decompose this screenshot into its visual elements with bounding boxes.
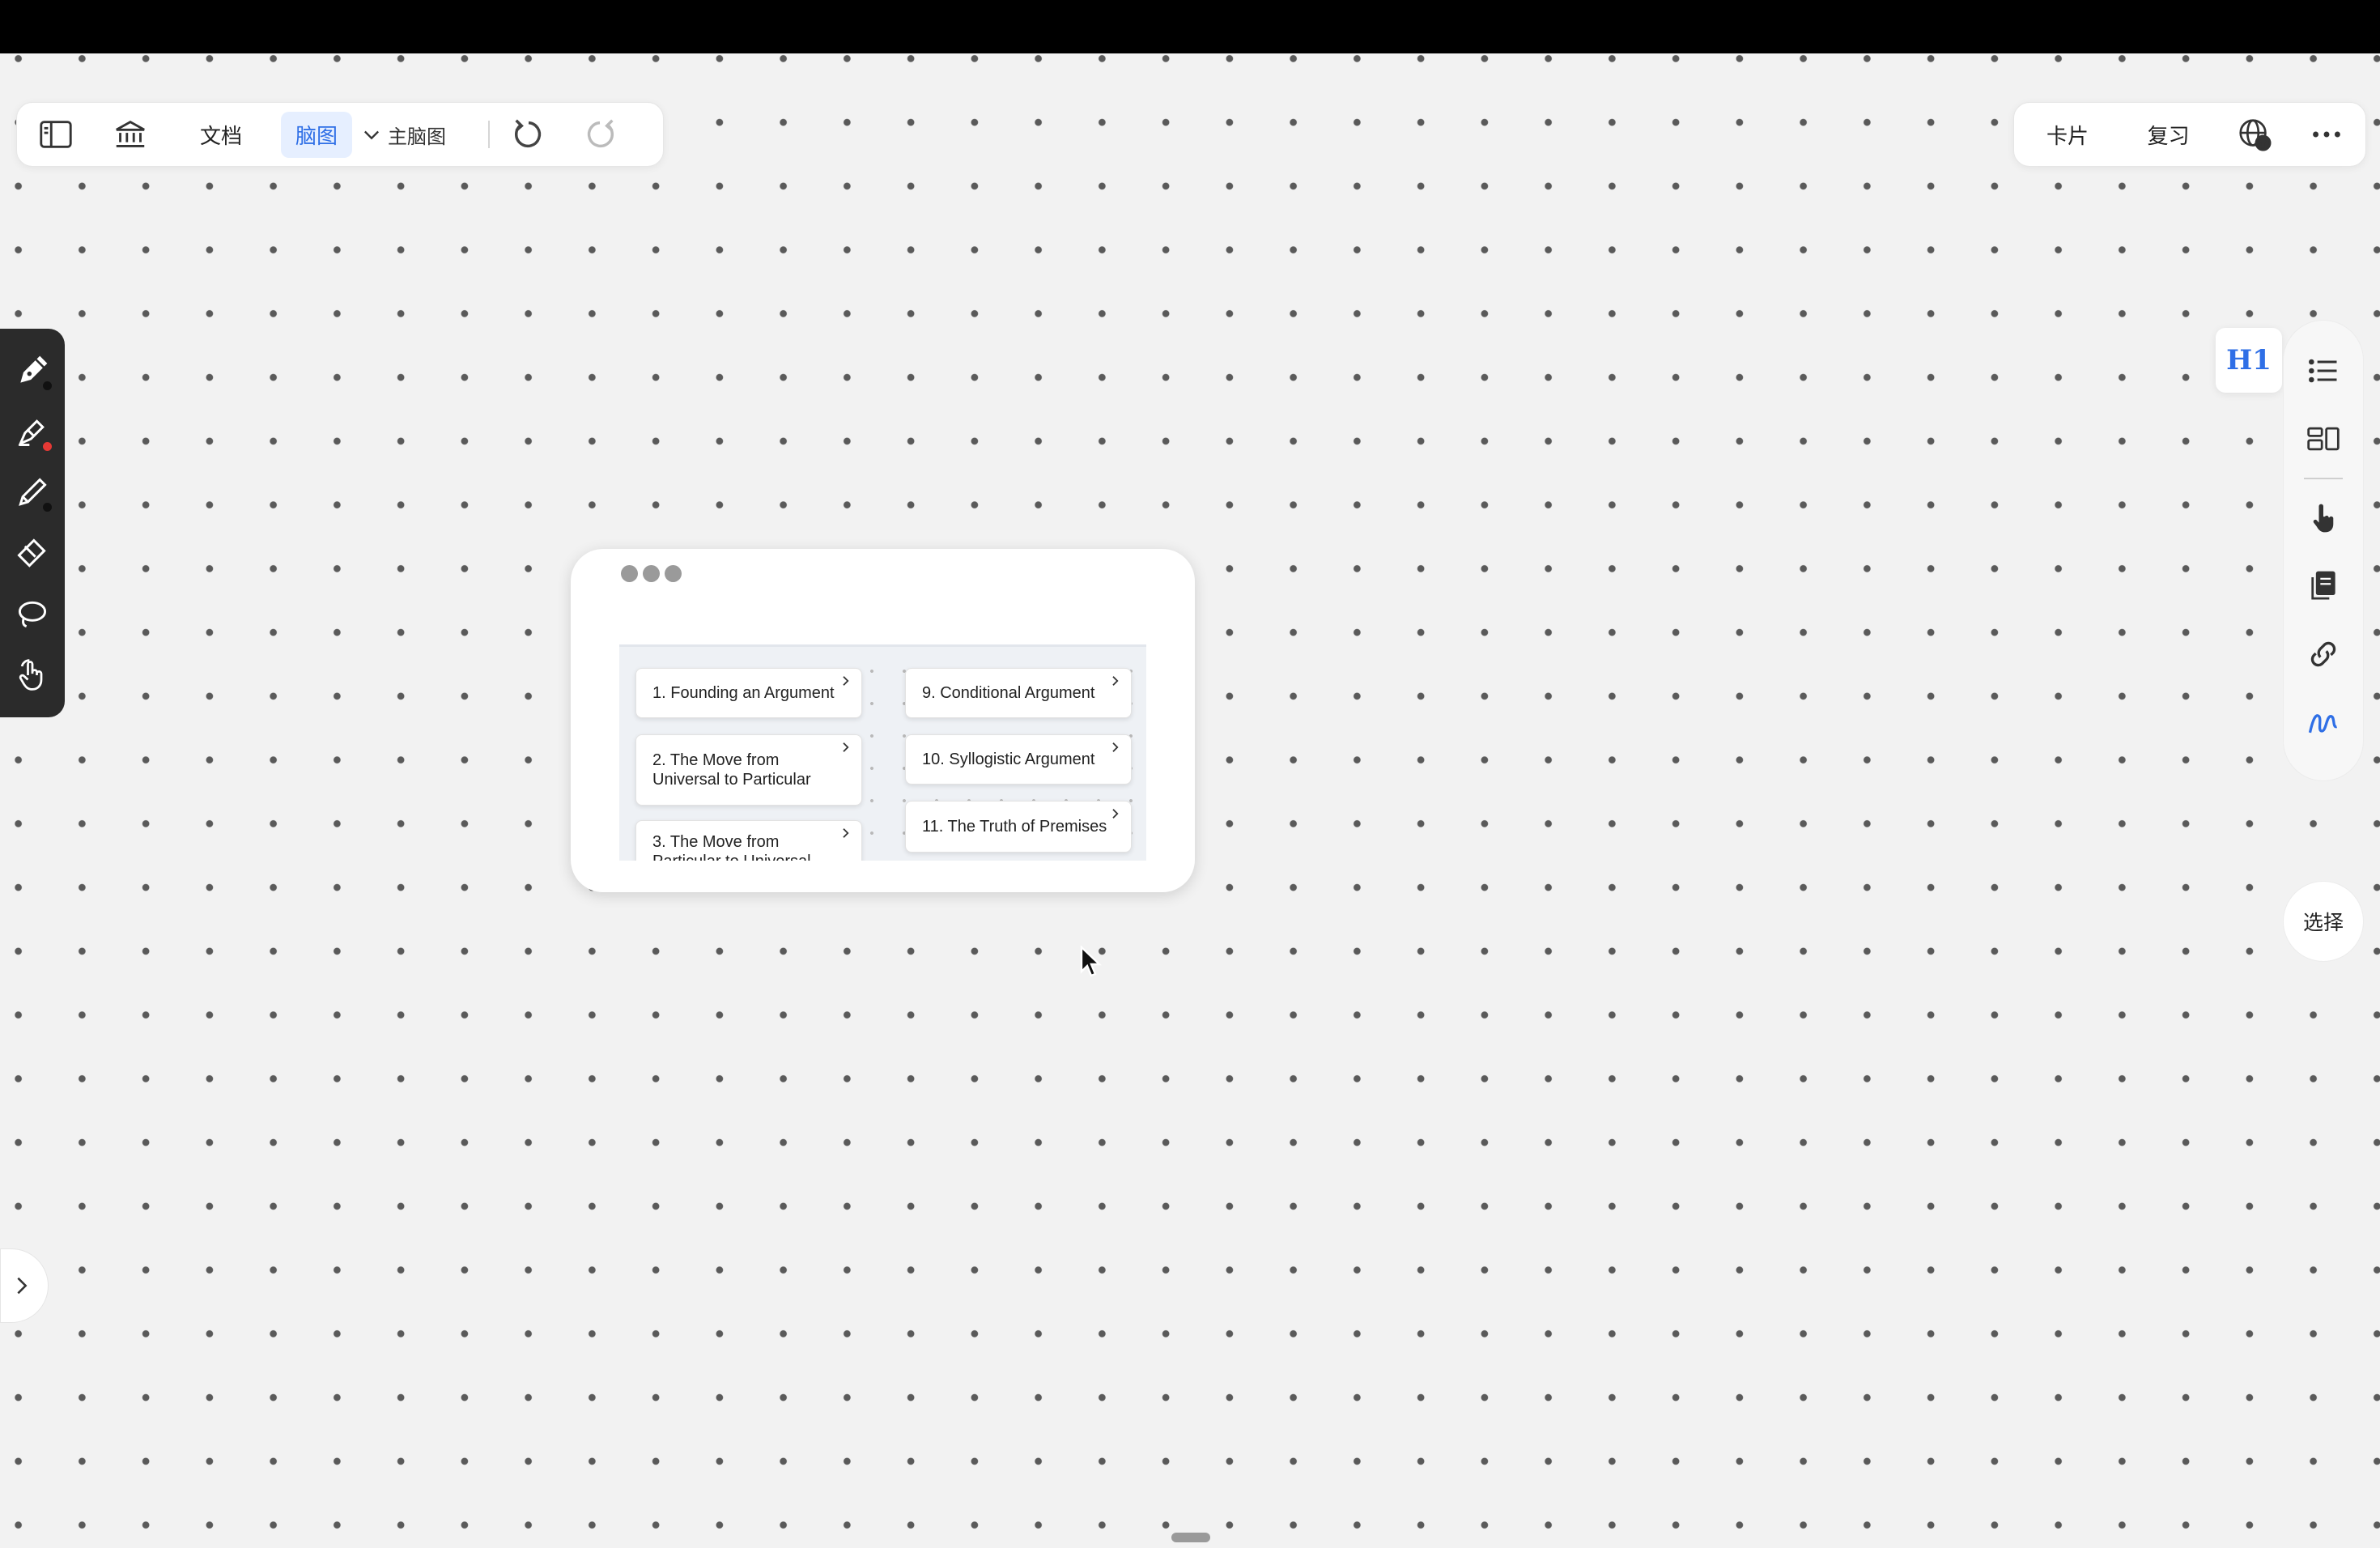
chevron-right-icon xyxy=(1112,809,1119,819)
lasso-tool[interactable] xyxy=(10,592,55,637)
lasso-icon xyxy=(18,601,47,628)
highlighter-tool[interactable] xyxy=(10,409,55,454)
mindmap-preview: 1. Founding an Argument 2. The Move from… xyxy=(619,644,1146,861)
eraser-icon xyxy=(17,538,46,568)
chevron-down-icon xyxy=(364,130,380,140)
mindmap-node[interactable]: 10. Syllogistic Argument xyxy=(905,734,1132,785)
library-icon[interactable] xyxy=(109,113,151,155)
mindmap-node[interactable]: 11. The Truth of Premises xyxy=(905,801,1132,853)
drawing-tools-panel xyxy=(0,329,65,717)
svg-text:?: ? xyxy=(2261,138,2266,149)
more-icon[interactable] xyxy=(2306,113,2348,155)
pencil-tool[interactable] xyxy=(10,470,55,515)
copy-icon[interactable] xyxy=(2297,560,2349,612)
card-menu-icon[interactable] xyxy=(621,565,682,582)
mindmap-dropdown[interactable]: 主脑图 xyxy=(352,121,454,149)
mindmap-node[interactable]: 1. Founding an Argument xyxy=(635,668,862,718)
chevron-right-icon xyxy=(1112,742,1119,752)
home-indicator[interactable] xyxy=(1171,1533,1210,1542)
node-label: 11. The Truth of Premises xyxy=(922,818,1107,836)
top-right-toolbar: 卡片 复习 ? xyxy=(2013,102,2366,167)
card-button[interactable]: 卡片 xyxy=(2032,112,2103,158)
node-label: 3. The Move from Particular to Universal xyxy=(652,833,811,861)
pen-color-dot xyxy=(43,381,52,390)
status-bar xyxy=(0,0,2380,53)
top-left-toolbar: 文档 脑图 主脑图 xyxy=(16,102,664,167)
hand-pointer-icon xyxy=(19,659,43,691)
mindmap-node[interactable]: 9. Conditional Argument xyxy=(905,668,1132,718)
chevron-right-icon xyxy=(843,742,849,752)
node-label: 9. Conditional Argument xyxy=(922,684,1095,702)
hand-tool[interactable] xyxy=(10,653,55,698)
undo-icon[interactable] xyxy=(508,113,550,155)
mindmap-dropdown-label: 主脑图 xyxy=(388,125,447,148)
node-label: 2. The Move from Universal to Particular xyxy=(652,751,811,789)
pen-tool[interactable] xyxy=(10,348,55,393)
expand-sidebar-button[interactable] xyxy=(0,1248,49,1323)
highlighter-color-dot xyxy=(43,441,52,451)
redo-icon[interactable] xyxy=(579,113,621,155)
node-label: 1. Founding an Argument xyxy=(652,684,835,702)
list-icon[interactable] xyxy=(2297,345,2349,397)
mindmap-card[interactable]: 1. Founding an Argument 2. The Move from… xyxy=(571,549,1195,892)
mouse-cursor-icon xyxy=(1080,946,1102,977)
mindmap-node[interactable]: 3. The Move from Particular to Universal xyxy=(635,820,862,861)
web-help-icon[interactable]: ? xyxy=(2233,113,2276,155)
sidebar-toggle-icon[interactable] xyxy=(35,113,77,155)
link-icon[interactable] xyxy=(2297,628,2349,680)
tab-document[interactable]: 文档 xyxy=(185,112,257,158)
heading-h1-button[interactable]: H1 xyxy=(2216,328,2282,393)
chevron-right-icon xyxy=(1112,676,1119,686)
eraser-tool[interactable] xyxy=(10,531,55,576)
chevron-right-icon xyxy=(843,676,849,686)
tap-icon[interactable] xyxy=(2297,492,2349,544)
review-button[interactable]: 复习 xyxy=(2133,112,2204,158)
tab-mindmap[interactable]: 脑图 xyxy=(281,111,353,158)
layout-icon[interactable] xyxy=(2297,413,2349,465)
node-label: 10. Syllogistic Argument xyxy=(922,751,1095,768)
mindmap-node[interactable]: 2. The Move from Universal to Particular xyxy=(635,734,862,806)
freehand-icon[interactable] xyxy=(2297,696,2349,748)
chevron-right-icon xyxy=(843,828,849,838)
tools-divider xyxy=(2304,478,2343,479)
right-tools-panel xyxy=(2283,320,2364,781)
chevron-right-icon xyxy=(17,1277,28,1295)
select-button[interactable]: 选择 xyxy=(2283,881,2364,962)
pencil-color-dot xyxy=(43,503,52,512)
toolbar-divider xyxy=(488,121,491,148)
